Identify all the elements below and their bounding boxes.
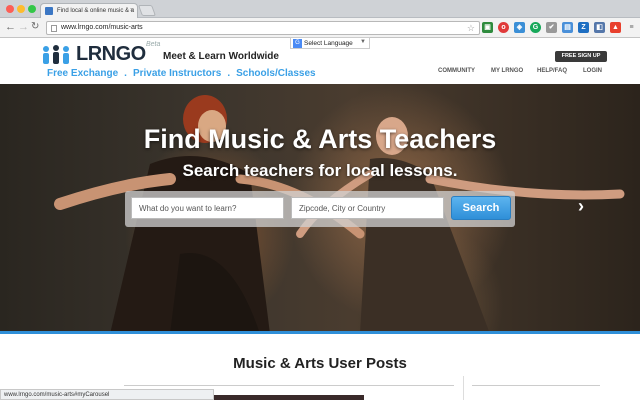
post-thumbnail[interactable] (214, 395, 364, 400)
browser-toolbar: ← → ↻ www.lrngo.com/music-arts ☆ ▣ o ◈ G… (0, 18, 640, 38)
tab-title: Find local & online music & a (57, 8, 135, 14)
browser-tab[interactable]: Find local & online music & a × (40, 3, 138, 18)
search-subject-input[interactable]: What do you want to learn? (131, 197, 284, 219)
extension-icon[interactable]: ▲ (610, 22, 621, 33)
hero-carousel: Find Music & Arts Teachers Search teache… (0, 84, 640, 334)
maximize-window-button[interactable] (28, 5, 36, 13)
caret-down-icon: ▼ (360, 39, 366, 45)
free-signup-button[interactable]: FREE SIGN UP (555, 51, 607, 62)
address-bar[interactable]: www.lrngo.com/music-arts ☆ (46, 21, 480, 35)
bookmark-star-icon[interactable]: ☆ (467, 23, 475, 34)
language-select[interactable]: G Select Language ▼ (290, 37, 370, 49)
search-button[interactable]: Search (451, 196, 511, 220)
nav-login[interactable]: LOGIN (583, 68, 602, 74)
extension-icon[interactable]: ▤ (562, 22, 573, 33)
menu-icon[interactable]: ≡ (626, 22, 637, 33)
subnav-free-exchange[interactable]: Free Exchange (47, 68, 118, 79)
divider (124, 385, 454, 386)
logo-people-icon (43, 45, 69, 64)
close-window-button[interactable] (6, 5, 14, 13)
site-header: LRNGO Beta Meet & Learn Worldwide G Sele… (0, 37, 640, 84)
back-arrow-icon[interactable]: ← (5, 21, 16, 33)
opera-extension-icon[interactable]: o (498, 22, 509, 33)
hero-title: Find Music & Arts Teachers (143, 124, 497, 154)
nav-my-lrngo[interactable]: MY LRNGO (491, 68, 523, 74)
subnav-private-instructors[interactable]: Private Instructors (133, 68, 221, 79)
beta-label: Beta (146, 41, 161, 48)
extension-icon[interactable]: Z (578, 22, 589, 33)
forward-arrow-icon[interactable]: → (18, 21, 29, 33)
extension-icon[interactable]: ✔ (546, 22, 557, 33)
logo-text: LRNGO (76, 43, 146, 65)
favicon-icon (45, 7, 53, 15)
chevron-right-icon[interactable]: › (578, 196, 584, 217)
subnav-schools-classes[interactable]: Schools/Classes (236, 68, 315, 79)
extension-icon[interactable]: ▣ (482, 22, 493, 33)
address-url: www.lrngo.com/music-arts (61, 24, 143, 31)
tab-close-icon[interactable]: × (130, 7, 134, 14)
grammarly-extension-icon[interactable]: G (530, 22, 541, 33)
language-select-label: Select Language (304, 40, 353, 47)
page-icon (51, 25, 57, 32)
new-tab-button[interactable] (137, 5, 157, 16)
separator-dot: . (124, 68, 127, 79)
divider (472, 385, 600, 386)
extension-icon[interactable]: ◈ (514, 22, 525, 33)
search-panel: What do you want to learn? Zipcode, City… (125, 191, 515, 227)
reload-icon[interactable]: ↻ (31, 21, 39, 32)
tagline: Meet & Learn Worldwide (163, 51, 279, 62)
subnav: Free Exchange. Private Instructors. School… (47, 68, 316, 79)
search-location-input[interactable]: Zipcode, City or Country (291, 197, 444, 219)
status-bar: www.lrngo.com/music-arts#myCarousel (0, 389, 214, 400)
nav-help-faq[interactable]: HELP/FAQ (537, 68, 567, 74)
hero-subtitle: Search teachers for local lessons. (182, 161, 458, 180)
section-title: Music & Arts User Posts (233, 355, 407, 372)
separator-dot: . (227, 68, 231, 79)
nav-community[interactable]: COMMUNITY (438, 68, 475, 74)
google-translate-icon: G (293, 39, 302, 48)
browser-tabbar: Find local & online music & a × (0, 0, 640, 18)
minimize-window-button[interactable] (17, 5, 25, 13)
divider (463, 376, 464, 400)
extension-icon[interactable]: ◧ (594, 22, 605, 33)
